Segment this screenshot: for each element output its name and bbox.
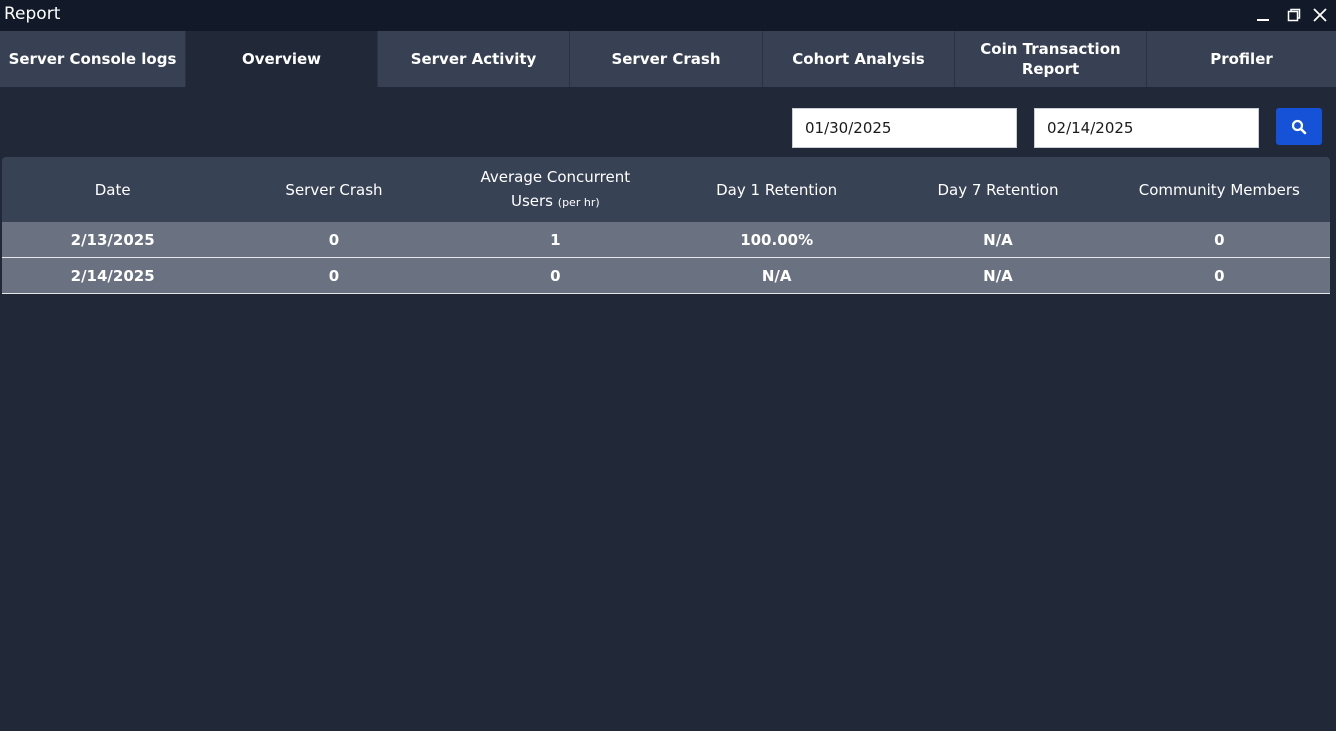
tab-profiler[interactable]: Profiler (1147, 31, 1336, 87)
close-icon[interactable] (1310, 5, 1330, 25)
header-community-members: Community Members (1109, 157, 1330, 222)
header-avg-users-unit: (per hr) (557, 195, 600, 209)
cell-date: 2/14/2025 (70, 266, 155, 285)
tab-server-crash[interactable]: Server Crash (570, 31, 763, 87)
header-date-label: Date (94, 180, 131, 199)
header-community-label: Community Members (1138, 180, 1300, 199)
header-day1-label: Day 1 Retention (716, 180, 838, 199)
start-date-input[interactable] (792, 108, 1017, 148)
end-date-input[interactable] (1034, 108, 1259, 148)
cell-server-crash: 0 (328, 266, 340, 285)
cell-day7-retention: N/A (983, 266, 1013, 285)
search-button[interactable] (1276, 108, 1322, 145)
table-row: 2/13/2025 0 1 100.00% N/A 0 (2, 222, 1330, 258)
header-server-crash-label: Server Crash (285, 180, 383, 199)
title-bar: Report (0, 0, 1336, 31)
cell-day1-retention: 100.00% (740, 230, 814, 249)
tab-server-activity[interactable]: Server Activity (378, 31, 570, 87)
cell-avg-users: 0 (550, 266, 561, 285)
cell-community-members: 0 (1214, 230, 1225, 249)
minimize-icon[interactable] (1253, 5, 1273, 25)
tab-bar: Server Console logs Overview Server Acti… (0, 31, 1336, 87)
window-title: Report (4, 4, 61, 24)
tab-coin-transaction-report[interactable]: Coin Transaction Report (955, 31, 1147, 87)
header-day1-retention: Day 1 Retention (666, 157, 887, 222)
header-avg-users-label: Average Concurrent (480, 167, 631, 186)
tab-overview[interactable]: Overview (186, 31, 378, 87)
cell-avg-users: 1 (550, 230, 561, 249)
cell-server-crash: 0 (328, 230, 340, 249)
tab-server-console-logs[interactable]: Server Console logs (0, 31, 186, 87)
overview-table: Date Server Crash Average Concurrent Use… (2, 157, 1330, 294)
header-avg-users: Average Concurrent Users (per hr) (445, 157, 666, 222)
cell-community-members: 0 (1214, 266, 1225, 285)
tab-cohort-analysis[interactable]: Cohort Analysis (763, 31, 955, 87)
table-header: Date Server Crash Average Concurrent Use… (2, 157, 1330, 222)
header-date: Date (2, 157, 223, 222)
cell-date: 2/13/2025 (70, 230, 155, 249)
cell-day7-retention: N/A (983, 230, 1013, 249)
cell-day1-retention: N/A (761, 266, 792, 285)
header-server-crash: Server Crash (223, 157, 444, 222)
header-avg-users-label-2: Users (510, 191, 553, 210)
table-row: 2/14/2025 0 0 N/A N/A 0 (2, 258, 1330, 294)
restore-icon[interactable] (1284, 5, 1304, 25)
header-day7-label: Day 7 Retention (937, 180, 1059, 199)
search-icon (1291, 119, 1307, 134)
header-day7-retention: Day 7 Retention (887, 157, 1108, 222)
